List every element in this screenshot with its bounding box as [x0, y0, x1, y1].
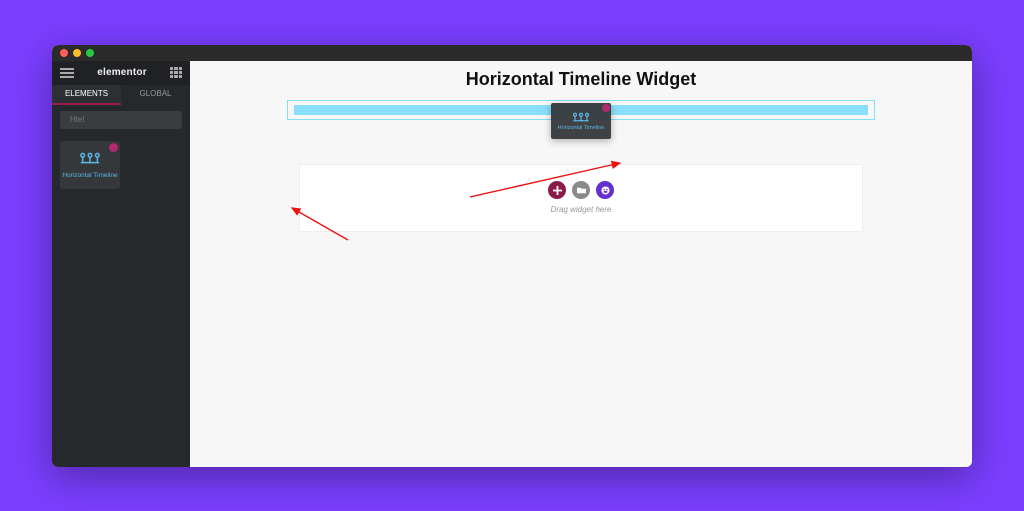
drag-hint-text: Drag widget here	[551, 205, 612, 214]
section-drop-target[interactable]: Horizontal Timeline	[287, 100, 875, 120]
widget-horizontal-timeline[interactable]: Horizontal Timeline	[60, 141, 120, 189]
page-title: Horizontal Timeline Widget	[190, 69, 972, 90]
sidebar-header: elementor	[52, 61, 190, 85]
editor-canvas: Horizontal Timeline Widget Horizontal Ti…	[190, 61, 972, 467]
folder-icon	[577, 186, 586, 195]
editor-sidebar: elementor ELEMENTS GLOBAL Horizontal Tim…	[52, 61, 190, 467]
menu-icon[interactable]	[60, 68, 74, 78]
tab-global[interactable]: GLOBAL	[121, 85, 190, 105]
add-section-button[interactable]	[548, 181, 566, 199]
add-template-button[interactable]	[572, 181, 590, 199]
sidebar-tabs: ELEMENTS GLOBAL	[52, 85, 190, 105]
section-action-row	[548, 181, 614, 199]
app-window: elementor ELEMENTS GLOBAL Horizontal Tim…	[52, 45, 972, 467]
save-template-icon	[601, 186, 610, 195]
tab-elements[interactable]: ELEMENTS	[52, 85, 121, 105]
horizontal-timeline-icon	[79, 150, 101, 168]
pro-badge-icon	[602, 104, 610, 112]
search-input[interactable]	[70, 115, 180, 124]
drag-ghost-label: Horizontal Timeline	[558, 125, 605, 131]
widget-list: Horizontal Timeline	[52, 135, 190, 195]
drag-ghost-widget: Horizontal Timeline	[551, 103, 611, 139]
plus-icon	[553, 186, 562, 195]
window-titlebar	[52, 45, 972, 61]
horizontal-timeline-icon	[572, 111, 590, 123]
widget-search[interactable]	[60, 111, 182, 129]
window-maximize-dot[interactable]	[86, 49, 94, 57]
apps-grid-icon[interactable]	[170, 67, 182, 79]
empty-section[interactable]: Drag widget here	[299, 164, 863, 232]
save-template-button[interactable]	[596, 181, 614, 199]
window-minimize-dot[interactable]	[73, 49, 81, 57]
window-close-dot[interactable]	[60, 49, 68, 57]
app-body: elementor ELEMENTS GLOBAL Horizontal Tim…	[52, 61, 972, 467]
widget-label: Horizontal Timeline	[62, 172, 117, 179]
brand-label: elementor	[97, 67, 147, 78]
pro-badge-icon	[109, 143, 118, 152]
